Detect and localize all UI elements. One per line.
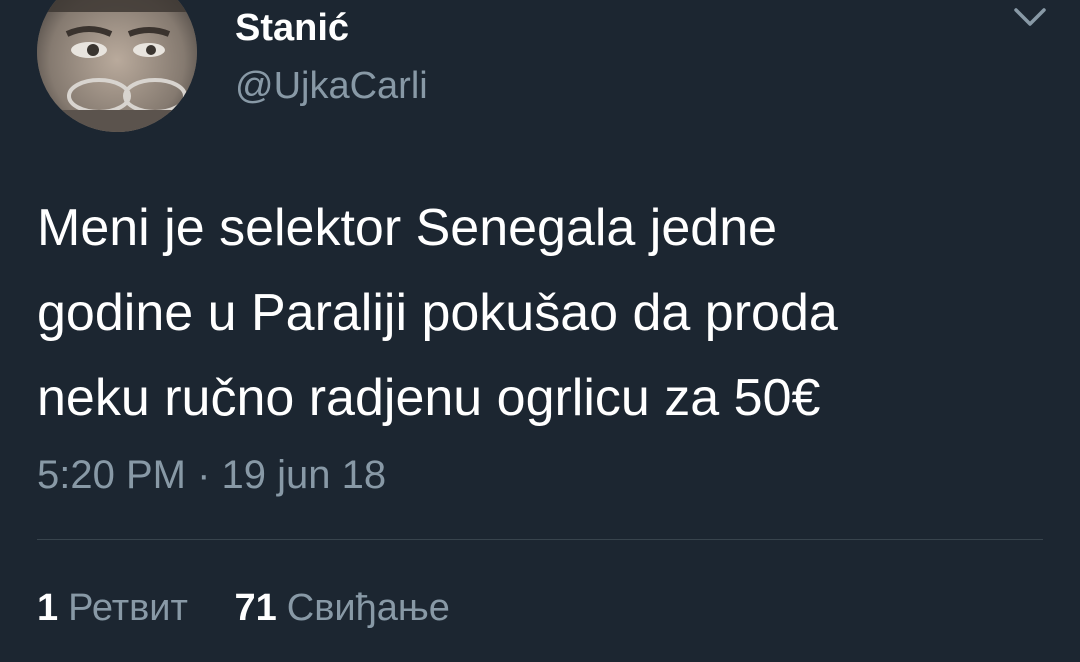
tweet-stats: 1 Ретвит 71 Свиђање (37, 586, 486, 630)
avatar-photo (37, 0, 197, 132)
likes-label: Свиђање (286, 587, 450, 629)
divider (37, 539, 1043, 540)
likes-count: 71 (234, 587, 277, 629)
tweet-text-line: neku ručno radjenu ogrlicu za 50€ (37, 369, 821, 427)
chevron-down-icon[interactable] (1010, 2, 1050, 32)
avatar[interactable] (37, 0, 197, 132)
tweet-text: Meni je selektor Senegala jedne godine u… (37, 186, 1067, 441)
tweet-detail: Stanić @UjkaCarli Meni je selektor Seneg… (0, 0, 1080, 662)
tweet-time: 5:20 PM (37, 453, 186, 497)
timestamp-separator: · (197, 453, 211, 497)
user-handle[interactable]: @UjkaCarli (235, 64, 428, 108)
tweet-timestamp: 5:20 PM · 19 jun 18 (37, 452, 386, 498)
tweet-date: 19 jun 18 (221, 453, 387, 497)
retweets-stat[interactable]: 1 Ретвит (37, 586, 188, 630)
tweet-text-line: godine u Paraliji pokušao da proda (37, 284, 838, 342)
display-name[interactable]: Stanić (235, 6, 349, 50)
retweets-label: Ретвит (68, 587, 188, 629)
retweets-count: 1 (37, 587, 59, 629)
likes-stat[interactable]: 71 Свиђање (234, 586, 449, 630)
tweet-text-line: Meni je selektor Senegala jedne (37, 199, 778, 257)
